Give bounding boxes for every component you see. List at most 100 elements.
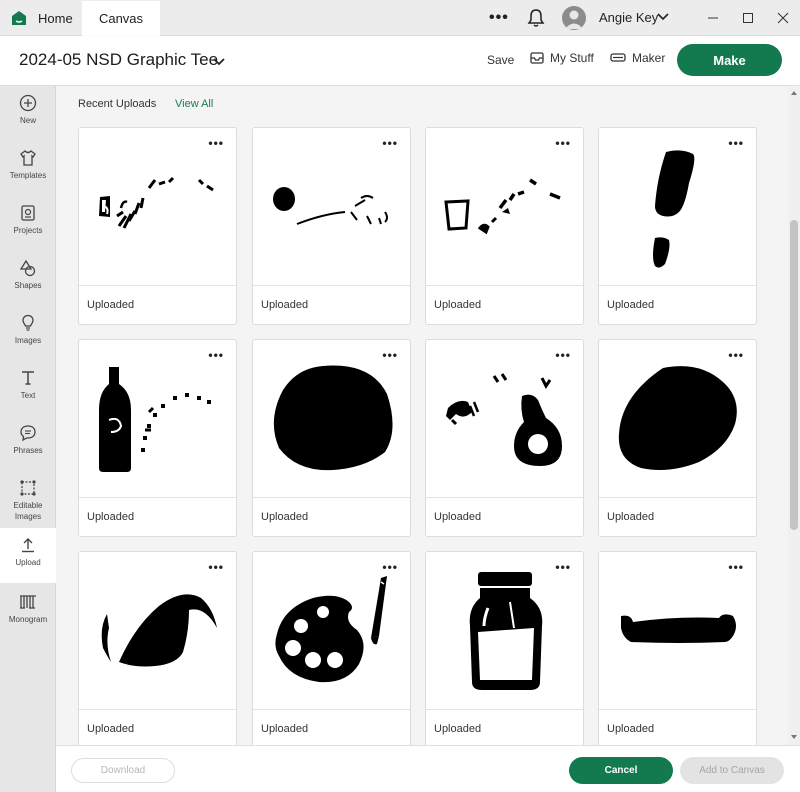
upload-card[interactable]: ••• Uploaded [78,127,237,325]
minimize-icon [708,17,718,19]
card-menu-icon[interactable]: ••• [555,349,571,361]
monogram-icon [20,595,36,609]
save-button[interactable]: Save [487,53,514,67]
sidebar-item-label: Shapes [14,281,42,290]
avatar[interactable] [562,6,586,30]
upload-card[interactable]: ••• Uploaded [252,551,411,745]
project-header: 2024-05 NSD Graphic Tee Save My Stuff Ma… [0,36,800,86]
cancel-button[interactable]: Cancel [569,757,673,784]
text-icon [22,371,34,385]
upload-card[interactable]: ••• Uploaded [252,339,411,537]
shirt-icon [20,150,36,166]
chevron-down-icon[interactable] [212,56,226,68]
scroll-down-arrow-icon[interactable] [790,733,798,741]
upload-card[interactable]: ••• Uploaded [78,339,237,537]
sidebar-item-phrases[interactable]: Phrases [0,416,56,471]
section-title: Recent Uploads [78,98,157,110]
sidebar-item-monogram[interactable]: Monogram [0,585,56,640]
upload-thumbnail: ••• [599,340,756,498]
sidebar-item-text[interactable]: Text [0,361,56,416]
my-stuff-button[interactable]: My Stuff [530,51,594,65]
card-menu-icon[interactable]: ••• [382,349,398,361]
upload-thumbnail: ••• [253,340,410,498]
vertical-scrollbar[interactable] [788,87,800,745]
scroll-up-arrow-icon[interactable] [790,89,798,97]
scattered-glyphs-image [99,176,214,229]
upload-card[interactable]: ••• Uploaded [425,551,584,745]
tab-home[interactable]: Home [10,0,84,36]
chevron-down-icon[interactable] [657,11,669,23]
user-name[interactable]: Angie Key [599,10,658,25]
avocado-with-hairdryer-image [446,373,562,466]
card-label: Uploaded [261,723,309,735]
upload-thumbnail: ••• [253,552,410,710]
upload-card[interactable]: ••• Uploaded [252,127,411,325]
paint-palette-image [275,576,387,683]
sidebar-item-templates[interactable]: Templates [0,141,56,196]
minimize-button[interactable] [703,8,723,28]
project-title[interactable]: 2024-05 NSD Graphic Tee [19,50,218,70]
card-label: Uploaded [607,723,655,735]
my-stuff-label: My Stuff [550,51,594,65]
card-label: Uploaded [87,299,135,311]
sidebar-item-label: Editable Images [13,501,43,521]
upload-card[interactable]: ••• Uploaded [598,127,757,325]
card-menu-icon[interactable]: ••• [555,137,571,149]
card-menu-icon[interactable]: ••• [382,561,398,573]
hotdog-bun-image [621,614,736,643]
more-options-icon[interactable]: ••• [489,10,509,26]
add-to-canvas-button[interactable]: Add to Canvas [680,757,784,784]
sidebar-item-editable-images[interactable]: Editable Images [0,471,56,528]
sidebar-item-upload[interactable]: Upload [0,528,56,583]
sidebar-item-images[interactable]: Images [0,306,56,361]
card-menu-icon[interactable]: ••• [208,561,224,573]
sidebar-item-shapes[interactable]: Shapes [0,251,56,306]
upload-icon [22,538,34,553]
dot-and-dashes-image [273,187,388,225]
card-menu-icon[interactable]: ••• [208,137,224,149]
upload-thumbnail: ••• [79,552,236,710]
close-button[interactable] [773,8,793,28]
upload-thumbnail: ••• [79,128,236,286]
maximize-button[interactable] [738,8,758,28]
card-menu-icon[interactable]: ••• [728,349,744,361]
card-label: Uploaded [434,511,482,523]
sidebar-item-label: Text [20,391,36,400]
card-label: Uploaded [87,723,135,735]
card-menu-icon[interactable]: ••• [728,561,744,573]
action-footer: Download Cancel Add to Canvas [56,745,800,792]
card-label: Uploaded [434,299,482,311]
upload-thumbnail: ••• [426,128,583,286]
tab-home-label: Home [38,10,73,26]
card-label: Uploaded [261,511,309,523]
sidebar-item-label: New [19,116,36,125]
card-menu-icon[interactable]: ••• [208,349,224,361]
bell-icon[interactable] [527,8,545,28]
card-menu-icon[interactable]: ••• [728,137,744,149]
make-button[interactable]: Make [677,44,782,76]
sidebar-item-projects[interactable]: Projects [0,196,56,251]
editable-images-icon [20,480,36,496]
title-bar: Home Canvas ••• Angie Key [0,0,800,36]
maker-button[interactable]: Maker [610,51,665,65]
upload-card[interactable]: ••• Uploaded [425,339,584,537]
sidebar-item-label: Templates [9,171,47,180]
download-button[interactable]: Download [71,758,175,783]
scrollbar-thumb[interactable] [790,220,798,530]
upload-thumbnail: ••• [79,340,236,498]
upload-card[interactable]: ••• Uploaded [78,551,237,745]
card-label: Uploaded [434,723,482,735]
upload-card[interactable]: ••• Uploaded [425,127,584,325]
card-menu-icon[interactable]: ••• [555,561,571,573]
tab-canvas[interactable]: Canvas [82,0,160,36]
wave-swoosh-image [101,594,217,667]
upload-card[interactable]: ••• Uploaded [598,339,757,537]
home-icon [12,11,26,25]
upload-card[interactable]: ••• Uploaded [598,551,757,745]
card-label: Uploaded [607,511,655,523]
card-menu-icon[interactable]: ••• [382,137,398,149]
view-all-link[interactable]: View All [175,98,213,110]
sidebar-item-new[interactable]: New [0,86,56,141]
card-label: Uploaded [87,511,135,523]
lightbulb-icon [22,314,34,331]
